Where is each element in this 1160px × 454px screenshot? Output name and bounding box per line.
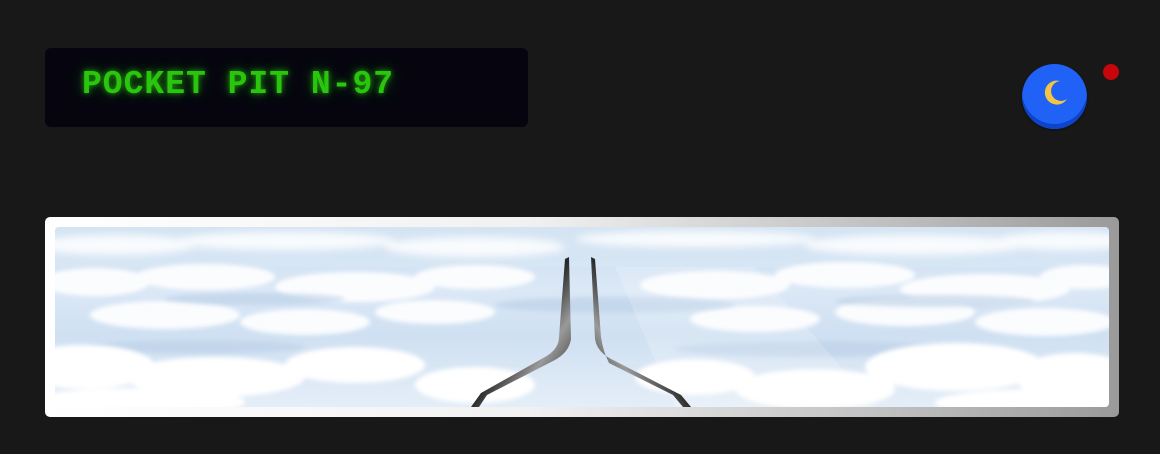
theme-toggle-button[interactable] bbox=[1022, 64, 1087, 129]
title-display: POCKET PIT N-97 bbox=[45, 48, 528, 127]
sky-view bbox=[55, 227, 1109, 407]
cloud-scene bbox=[55, 227, 1109, 407]
app-title: POCKET PIT N-97 bbox=[82, 66, 395, 103]
cockpit-page: POCKET PIT N-97 bbox=[0, 0, 1160, 454]
moon-icon bbox=[1044, 80, 1067, 105]
cockpit-window-frame bbox=[45, 217, 1119, 417]
status-indicator bbox=[1103, 64, 1119, 80]
